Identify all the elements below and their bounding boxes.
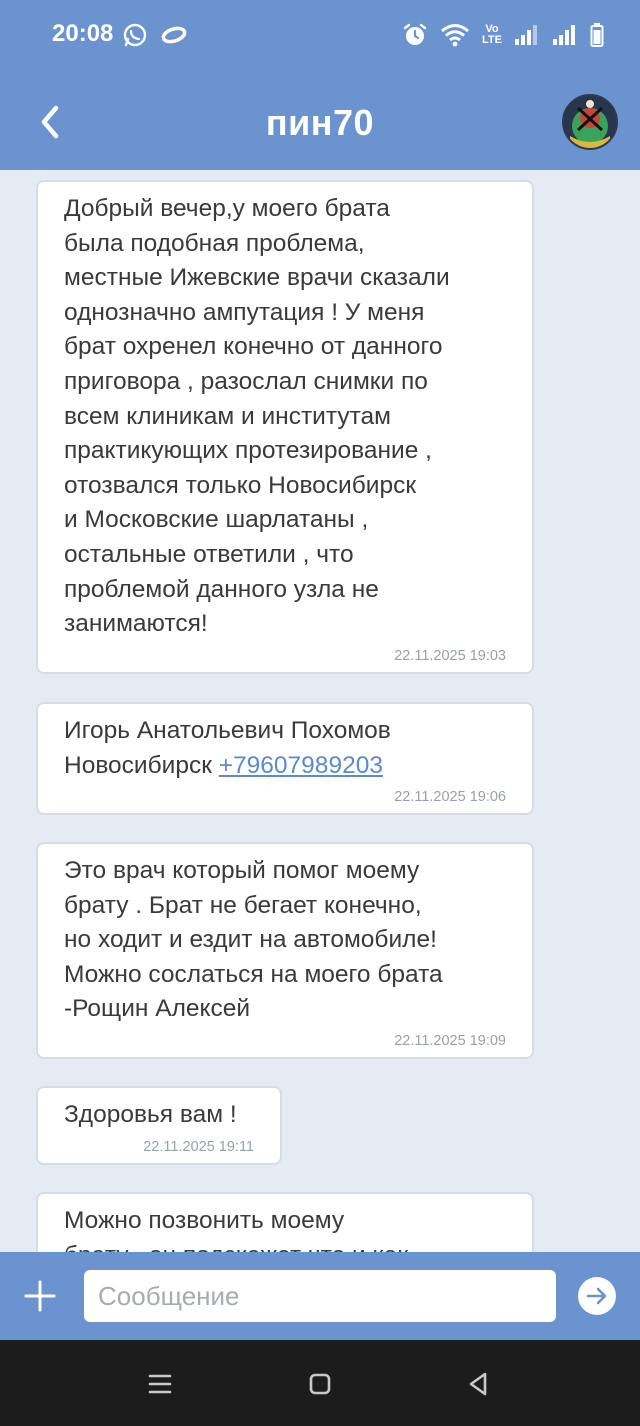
add-attachment-button[interactable] <box>22 1278 58 1314</box>
message-text: Это врач который помог моему брату . Бра… <box>64 857 443 1023</box>
message-bubble: Добрый вечер,у моего брата была подобная… <box>36 180 534 674</box>
message-bubble: Здоровья вам ! 22.11.2025 19:11 <box>36 1086 282 1165</box>
message-text: Игорь Анатольевич Похомов Новосибирск +7… <box>64 714 506 783</box>
status-time: 20:08 <box>52 20 114 47</box>
whatsapp-icon <box>122 22 148 48</box>
volte-label-bottom: LTE <box>482 34 502 46</box>
avatar[interactable] <box>562 94 618 150</box>
status-bar: 20:08 Vo LTE <box>0 0 640 72</box>
alarm-icon <box>402 22 428 48</box>
status-left-icons <box>122 22 188 48</box>
home-square-icon <box>309 1373 331 1395</box>
message-input[interactable] <box>84 1270 556 1322</box>
message-time: 22.11.2025 19:09 <box>394 1032 506 1049</box>
message-composer <box>0 1252 640 1340</box>
recent-apps-button[interactable] <box>144 1368 176 1400</box>
system-back-button[interactable] <box>462 1368 494 1400</box>
message-bubble: Это врач который помог моему брату . Бра… <box>36 842 534 1059</box>
system-nav-bar <box>0 1340 640 1426</box>
battery-icon <box>590 22 604 48</box>
plus-icon <box>24 1280 56 1312</box>
signal-icon <box>514 23 540 47</box>
message-time: 22.11.2025 19:06 <box>394 789 506 806</box>
phone-link[interactable]: +79607989203 <box>219 752 383 779</box>
wifi-icon <box>440 22 470 48</box>
chat-o-icon <box>160 22 188 48</box>
message-feed[interactable]: Добрый вечер,у моего брата была подобная… <box>0 170 640 1252</box>
chat-header: пин70 <box>0 72 640 170</box>
message-text: Можно позвонить моему брату , он подскаж… <box>64 1207 408 1252</box>
send-button[interactable] <box>578 1277 616 1315</box>
menu-icon <box>148 1374 172 1394</box>
message-bubble: Можно позвонить моему брату , он подскаж… <box>36 1192 534 1252</box>
status-right-icons: Vo LTE <box>402 22 604 48</box>
message-time: 22.11.2025 19:11 <box>143 1138 254 1155</box>
top-bar: 20:08 Vo LTE пин70 <box>0 0 640 170</box>
message-text: Здоровья вам ! <box>64 1101 237 1128</box>
signal-icon <box>552 23 578 47</box>
message-time: 22.11.2025 19:03 <box>394 647 506 664</box>
back-triangle-icon <box>469 1372 487 1396</box>
send-arrow-icon <box>586 1287 607 1305</box>
message-text: Добрый вечер,у моего брата была подобная… <box>64 195 450 638</box>
chat-title: пин70 <box>265 102 375 143</box>
volte-icon: Vo LTE <box>482 24 502 46</box>
home-button[interactable] <box>304 1368 336 1400</box>
message-bubble: Игорь Анатольевич Похомов Новосибирск +7… <box>36 702 534 816</box>
